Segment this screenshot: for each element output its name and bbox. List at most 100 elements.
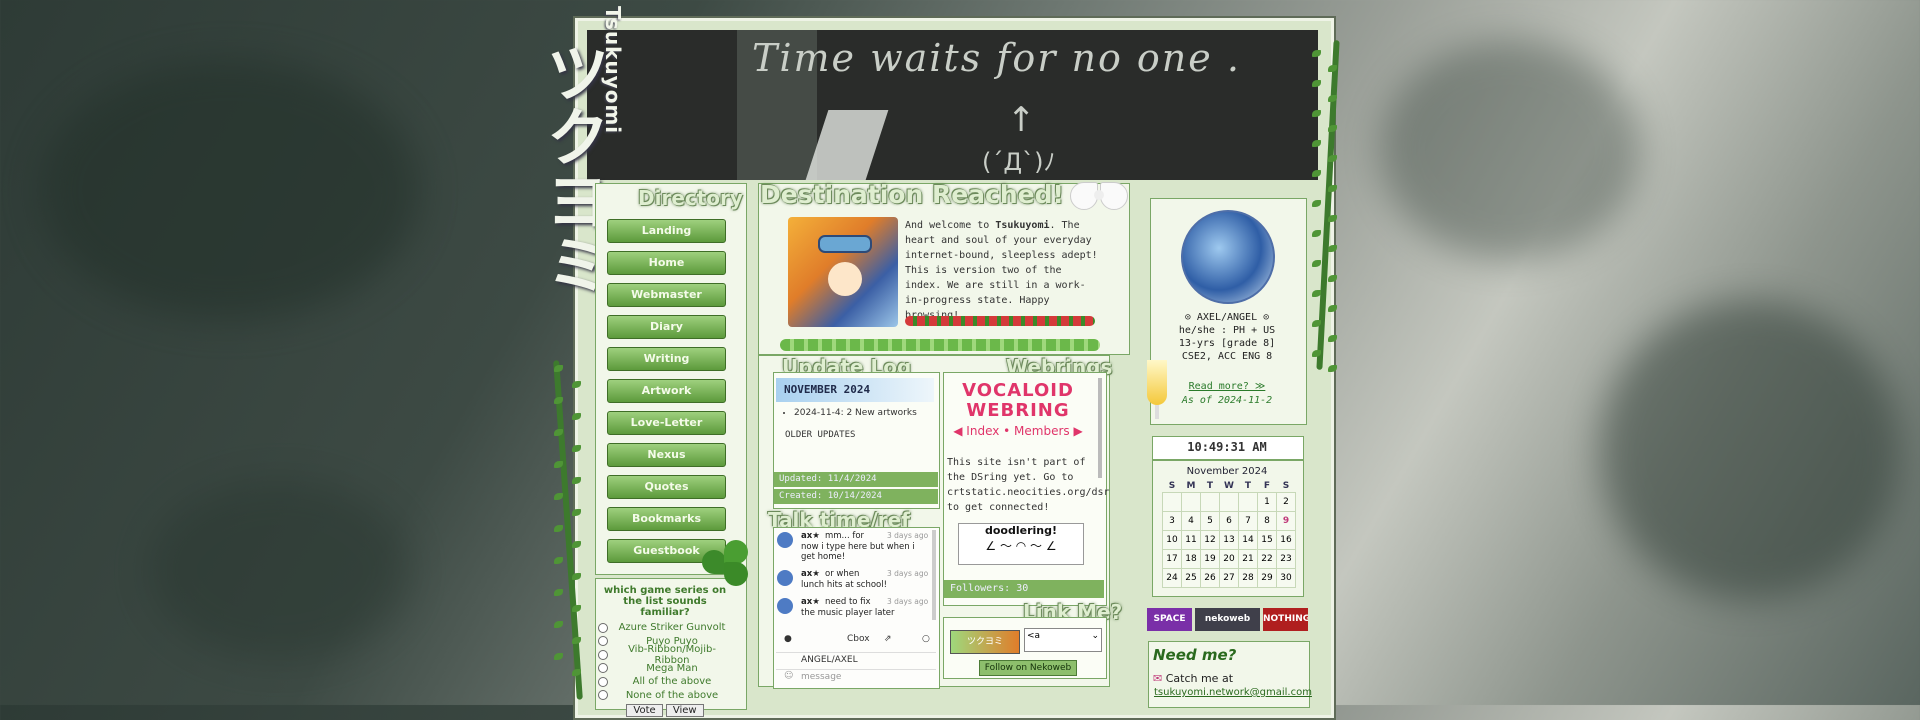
calendar-day[interactable]: 2 <box>1276 492 1296 512</box>
calendar-day[interactable]: 18 <box>1181 549 1201 569</box>
poll: which game series on the list sounds fam… <box>598 585 732 717</box>
doodle-scribble: ∠ ～ ◠ ～ ∠ <box>985 539 1057 553</box>
calendar-day[interactable]: 3 <box>1162 511 1182 531</box>
calendar-weekday: T <box>1244 481 1252 491</box>
site-badge[interactable]: nekoweb <box>1195 608 1260 631</box>
calendar-day[interactable]: 9 <box>1276 511 1296 531</box>
toggle-circle-icon[interactable]: ○ <box>922 634 930 644</box>
calendar-day[interactable]: 25 <box>1181 568 1201 588</box>
calendar-day[interactable]: 23 <box>1276 549 1296 569</box>
welcome-site-name: Tsukuyomi <box>995 220 1050 231</box>
calendar-day[interactable]: 16 <box>1276 530 1296 550</box>
poll-option-label: Azure Striker Gunvolt <box>618 622 726 634</box>
view-button[interactable]: View <box>665 704 704 717</box>
calendar-day[interactable]: 26 <box>1200 568 1220 588</box>
talk-text: the music player later <box>801 608 895 618</box>
follow-nekoweb-button[interactable]: Follow on Nekoweb <box>979 660 1077 676</box>
external-link-icon[interactable]: ⇗ <box>884 634 892 644</box>
radio-button[interactable] <box>598 622 608 633</box>
update-month: NOVEMBER 2024 <box>776 378 934 402</box>
doodle-ring[interactable]: doodlering! ∠ ～ ◠ ～ ∠ <box>958 523 1084 565</box>
avatar <box>1181 210 1275 304</box>
calendar-day[interactable]: 14 <box>1238 530 1258 550</box>
calendar-day <box>1200 492 1220 512</box>
calendar-day[interactable]: 22 <box>1257 549 1277 569</box>
older-updates-link[interactable]: OLDER UPDATES <box>785 430 855 440</box>
calendar-day[interactable]: 6 <box>1219 511 1239 531</box>
radio-button[interactable] <box>598 690 608 701</box>
talk-scrollbar[interactable] <box>932 530 936 620</box>
email-link[interactable]: tsukuyomi.network@gmail.com <box>1154 687 1312 698</box>
poll-option[interactable]: None of the above <box>598 689 732 703</box>
name-field[interactable]: ANGEL/AXEL <box>776 652 936 668</box>
message-field[interactable]: ☺ message <box>776 669 936 685</box>
calendar-day[interactable]: 24 <box>1162 568 1182 588</box>
talk-first-line: need to fix <box>825 597 871 607</box>
calendar-day[interactable]: 5 <box>1200 511 1220 531</box>
nav-button-bookmarks[interactable]: Bookmarks <box>607 507 726 531</box>
poll-option[interactable]: All of the above <box>598 675 732 689</box>
calendar-day[interactable]: 28 <box>1238 568 1258 588</box>
calendar-day[interactable]: 20 <box>1219 549 1239 569</box>
poll-option-label: None of the above <box>625 689 719 701</box>
nav-button-home[interactable]: Home <box>607 251 726 275</box>
smiley-icon[interactable]: ☺ <box>784 671 793 681</box>
mascot-image <box>788 217 898 327</box>
nav-button-artwork[interactable]: Artwork <box>607 379 726 403</box>
nav-button-writing[interactable]: Writing <box>607 347 726 371</box>
radio-button[interactable] <box>598 636 608 647</box>
calendar-day[interactable]: 21 <box>1238 549 1258 569</box>
poll-option[interactable]: Mega Man <box>598 662 732 676</box>
calendar-day[interactable]: 13 <box>1219 530 1239 550</box>
calendar-day[interactable]: 4 <box>1181 511 1201 531</box>
webring-scrollbar[interactable] <box>1098 378 1102 478</box>
calendar-day[interactable]: 11 <box>1181 530 1201 550</box>
poll-option[interactable]: Azure Striker Gunvolt <box>598 621 732 635</box>
nav-button-diary[interactable]: Diary <box>607 315 726 339</box>
talk-first-line: mm... for <box>825 531 865 541</box>
profile-info: ⊙ AXEL/ANGEL ⊙ he/she : PH + US 13-yrs [… <box>1152 311 1302 363</box>
radio-button[interactable] <box>598 649 608 660</box>
ivy-leaf <box>554 493 563 500</box>
site-badge[interactable]: SPACE <box>1147 608 1192 631</box>
name-value: ANGEL/AXEL <box>801 655 858 665</box>
calendar-day[interactable]: 10 <box>1162 530 1182 550</box>
nav-button-landing[interactable]: Landing <box>607 219 726 243</box>
calendar-day[interactable]: 19 <box>1200 549 1220 569</box>
calendar-day[interactable]: 15 <box>1257 530 1277 550</box>
site-button-image: ツクヨミ <box>950 630 1020 654</box>
talk-avatar <box>777 532 793 548</box>
radio-button[interactable] <box>598 676 608 687</box>
vote-button[interactable]: Vote <box>626 704 663 717</box>
followers-count: Followers: 30 <box>944 580 1104 598</box>
vocaloid-line2[interactable]: WEBRING <box>948 400 1088 421</box>
vocaloid-links[interactable]: ◀ Index • Members ▶ <box>948 424 1088 438</box>
calendar-day[interactable]: 12 <box>1200 530 1220 550</box>
nav-button-quotes[interactable]: Quotes <box>607 475 726 499</box>
update-entry: 2024-11-4: 2 New artworks <box>794 408 917 418</box>
calendar-day[interactable]: 7 <box>1238 511 1258 531</box>
calendar-day[interactable]: 8 <box>1257 511 1277 531</box>
profile-as-of: As of 2024-11-2 <box>1181 395 1273 406</box>
poll-option[interactable]: Vib-Ribbon/Mojib-Ribbon <box>598 644 732 666</box>
calendar-day <box>1219 492 1239 512</box>
calendar-day[interactable]: 27 <box>1219 568 1239 588</box>
site-badge[interactable]: NOTHING SPECIAL <box>1263 608 1308 631</box>
calendar-day[interactable]: 30 <box>1276 568 1296 588</box>
clock-time: 10:49:31 AM <box>1187 440 1267 454</box>
nav-button-love-letter[interactable]: Love-Letter <box>607 411 726 435</box>
read-more-link[interactable]: Read more? ≫ <box>1152 381 1302 392</box>
calendar-day[interactable]: 29 <box>1257 568 1277 588</box>
brand-romaji: Tsukuyomi <box>601 6 625 135</box>
vocaloid-line1[interactable]: VOCALOID <box>948 380 1088 401</box>
calendar-month: November 2024 <box>1186 466 1268 477</box>
talk-author: ax★ <box>801 597 820 607</box>
radio-button[interactable] <box>598 663 608 674</box>
talk-first-line: or when <box>825 569 860 579</box>
calendar-day[interactable]: 1 <box>1257 492 1277 512</box>
nav-button-nexus[interactable]: Nexus <box>607 443 726 467</box>
link-code-select[interactable]: <a ⌄ <box>1024 628 1102 652</box>
nav-button-webmaster[interactable]: Webmaster <box>607 283 726 307</box>
calendar-day[interactable]: 17 <box>1162 549 1182 569</box>
directory-title: Directory <box>638 186 743 210</box>
